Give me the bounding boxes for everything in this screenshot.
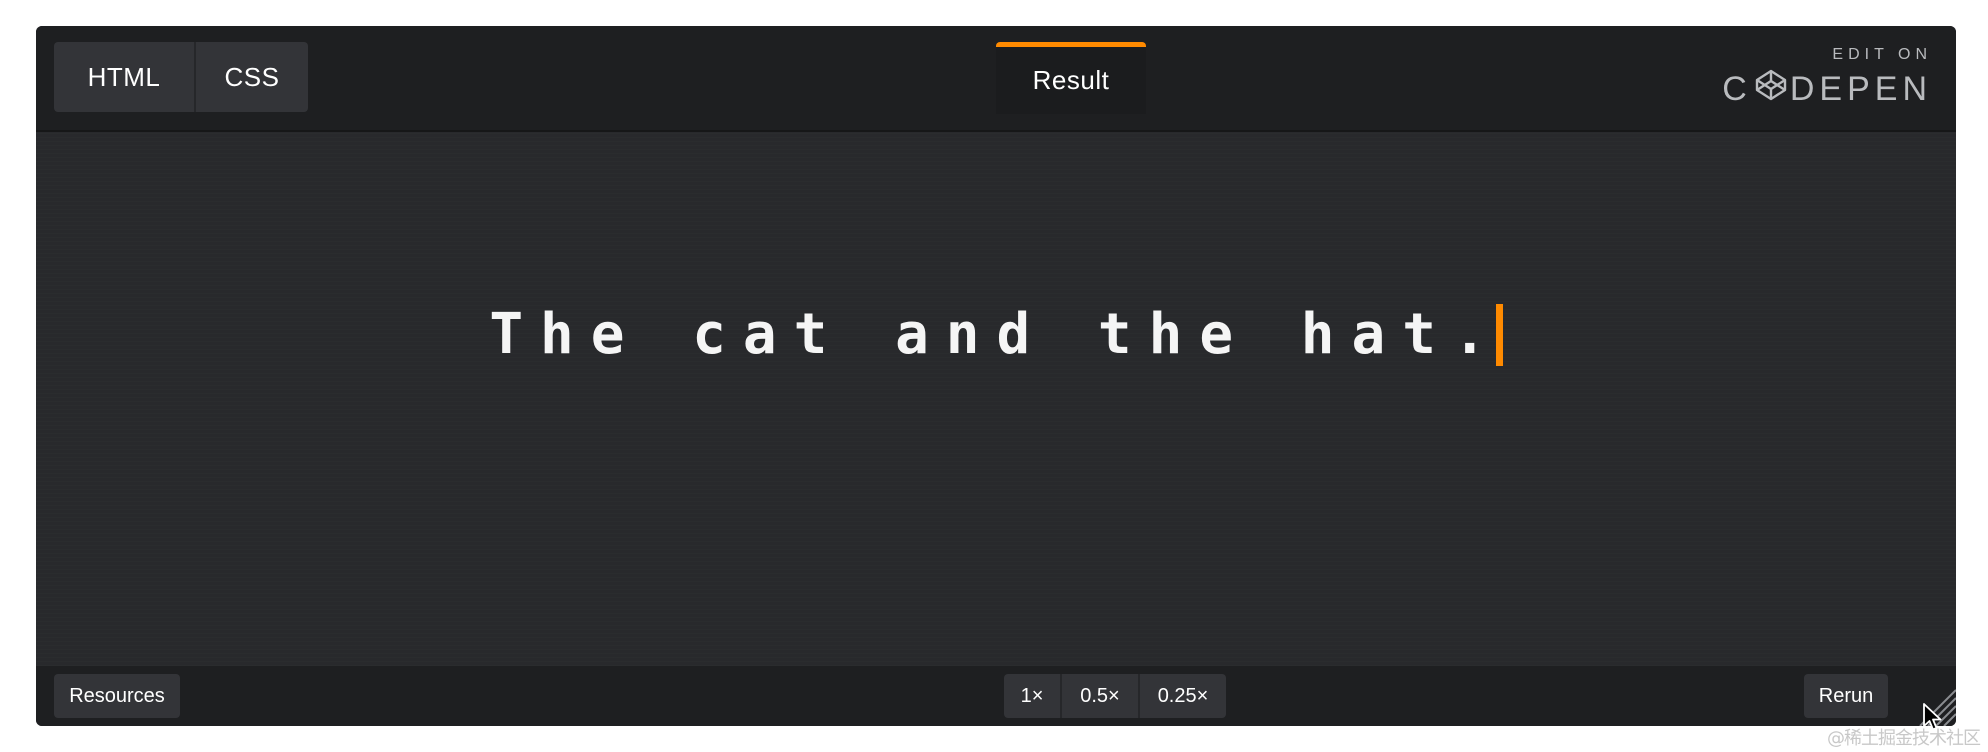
zoom-1x-button[interactable]: 1× (1004, 674, 1062, 718)
codepen-wordmark: C DEPEN (1722, 68, 1932, 111)
edit-on-label: EDIT ON (1832, 46, 1932, 63)
codepen-suffix: DEPEN (1789, 70, 1932, 108)
edit-on-codepen-link[interactable]: EDIT ON C DEPEN (1722, 46, 1932, 111)
embed-footer: Resources 1× 0.5× 0.25× Rerun (36, 666, 1956, 726)
embed-header: HTML CSS Result EDIT ON C DEPEN (36, 26, 1956, 132)
zoom-button-group: 1× 0.5× 0.25× (1004, 674, 1226, 718)
codepen-prefix: C (1722, 70, 1752, 108)
rerun-button[interactable]: Rerun (1804, 674, 1888, 718)
tab-html[interactable]: HTML (54, 42, 196, 112)
code-tab-group: HTML CSS (54, 42, 308, 112)
codepen-cube-icon (1754, 68, 1788, 111)
zoom-0-25x-button[interactable]: 0.25× (1140, 674, 1226, 718)
typed-text: The cat and the hat. (489, 302, 1504, 367)
tab-css[interactable]: CSS (196, 42, 308, 112)
resources-button[interactable]: Resources (54, 674, 180, 718)
zoom-0-5x-button[interactable]: 0.5× (1062, 674, 1140, 718)
text-caret (1495, 303, 1503, 366)
codepen-embed: HTML CSS Result EDIT ON C DEPEN The cat … (36, 26, 1956, 726)
tab-result[interactable]: Result (996, 42, 1146, 114)
watermark-text: @稀土掘金技术社区 (1827, 728, 1981, 749)
typing-line: The cat and the hat. (36, 302, 1956, 367)
result-preview: The cat and the hat. (36, 132, 1956, 666)
